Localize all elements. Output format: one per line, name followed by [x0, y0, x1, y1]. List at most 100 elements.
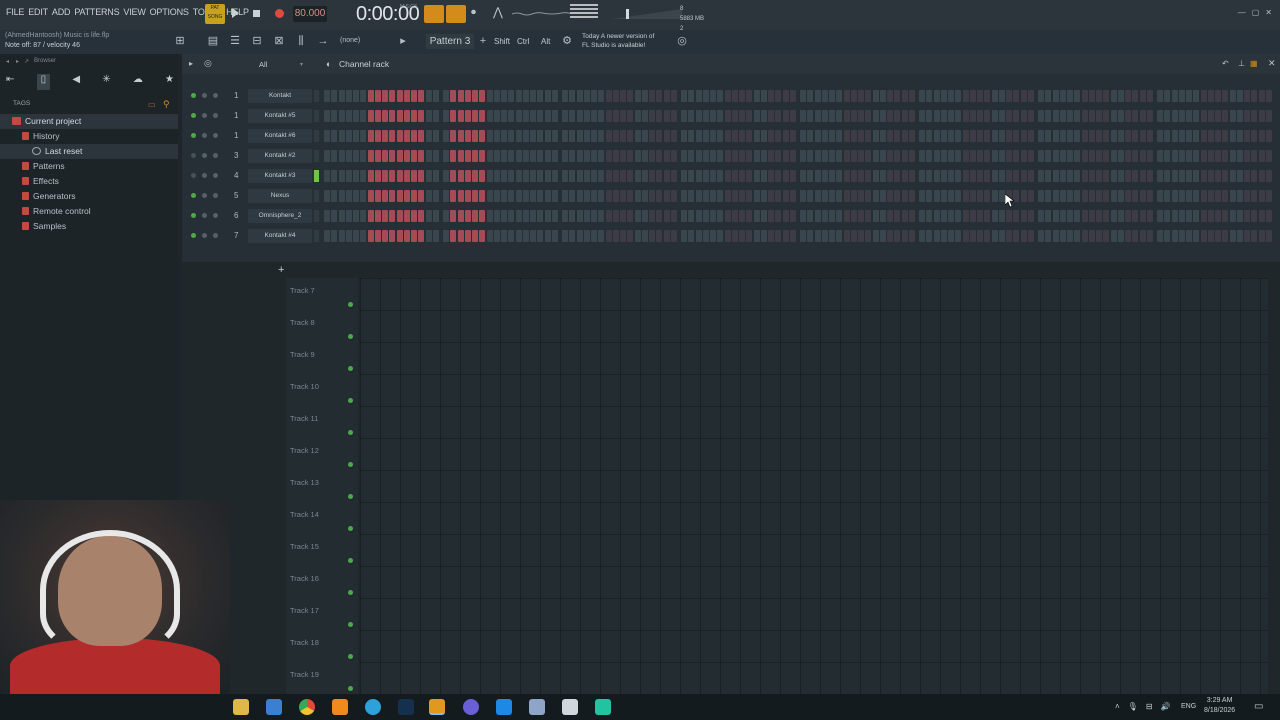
step-button[interactable] [479, 150, 486, 162]
step-button[interactable] [1207, 150, 1214, 162]
step-button[interactable] [768, 90, 774, 102]
step-button[interactable] [1178, 130, 1185, 142]
step-button[interactable] [1038, 90, 1044, 102]
step-button[interactable] [1088, 110, 1095, 122]
step-button[interactable] [353, 130, 359, 142]
step-button[interactable] [1222, 110, 1229, 122]
step-button[interactable] [1125, 130, 1131, 142]
step-button[interactable] [872, 110, 879, 122]
step-button[interactable] [1045, 90, 1052, 102]
step-button[interactable] [1200, 230, 1207, 242]
step-button[interactable] [1074, 150, 1081, 162]
step-button[interactable] [464, 170, 471, 182]
step-button[interactable] [933, 90, 940, 102]
step-button[interactable] [681, 130, 687, 142]
step-button[interactable] [1067, 90, 1073, 102]
step-button[interactable] [591, 170, 597, 182]
step-button[interactable] [836, 90, 843, 102]
step-button[interactable] [612, 230, 619, 242]
step-button[interactable] [1117, 210, 1124, 222]
step-button[interactable] [389, 110, 396, 122]
metronome-toggle[interactable] [424, 5, 444, 23]
step-button[interactable] [522, 230, 529, 242]
step-button[interactable] [641, 210, 648, 222]
step-button[interactable] [1096, 230, 1102, 242]
channel-row[interactable]: 1 Kontakt [182, 86, 1280, 106]
step-button[interactable] [814, 150, 821, 162]
step-button[interactable] [710, 90, 716, 102]
mute-led[interactable] [191, 193, 196, 198]
step-button[interactable] [1059, 230, 1066, 242]
add-pattern-icon[interactable]: + [476, 34, 490, 48]
step-button[interactable] [620, 150, 626, 162]
step-button[interactable] [583, 110, 590, 122]
step-button[interactable] [800, 130, 806, 142]
step-button[interactable] [814, 130, 821, 142]
step-button[interactable] [1139, 90, 1146, 102]
step-button[interactable] [775, 110, 782, 122]
step-button[interactable] [1236, 110, 1243, 122]
step-button[interactable] [403, 110, 410, 122]
track-header[interactable]: Track 7 [286, 278, 358, 310]
step-button[interactable] [382, 210, 388, 222]
step-button[interactable] [641, 130, 648, 142]
step-button[interactable] [515, 150, 522, 162]
step-button[interactable] [432, 110, 439, 122]
step-button[interactable] [933, 130, 940, 142]
step-button[interactable] [955, 210, 962, 222]
step-button[interactable] [1251, 110, 1258, 122]
step-button[interactable] [457, 150, 464, 162]
arrow-icon[interactable]: ↗ [24, 58, 29, 65]
step-button[interactable] [522, 150, 529, 162]
volume-knob[interactable] [213, 133, 218, 138]
language-indicator[interactable]: ENG [1181, 703, 1196, 710]
step-button[interactable] [1067, 130, 1073, 142]
tree-item-patterns[interactable]: Patterns [0, 159, 178, 174]
step-button[interactable] [962, 130, 969, 142]
tree-item-history[interactable]: History [0, 129, 178, 144]
step-button[interactable] [858, 170, 864, 182]
step-button[interactable] [969, 110, 976, 122]
step-button[interactable] [612, 130, 619, 142]
step-button[interactable] [537, 150, 544, 162]
graph-icon[interactable]: ⊥ [1238, 59, 1245, 68]
step-button[interactable] [1132, 130, 1139, 142]
step-button[interactable] [382, 190, 388, 202]
step-button[interactable] [396, 130, 403, 142]
step-button[interactable] [569, 110, 576, 122]
step-button[interactable] [710, 110, 716, 122]
step-button[interactable] [537, 210, 544, 222]
step-button[interactable] [583, 230, 590, 242]
step-button[interactable] [425, 210, 432, 222]
mute-led[interactable] [191, 133, 196, 138]
step-button[interactable] [768, 110, 774, 122]
step-button[interactable] [443, 110, 449, 122]
step-button[interactable] [984, 150, 991, 162]
step-button[interactable] [1244, 150, 1250, 162]
step-button[interactable] [1006, 90, 1012, 102]
step-button[interactable] [768, 170, 774, 182]
step-button[interactable] [345, 90, 352, 102]
step-button[interactable] [850, 210, 857, 222]
step-button[interactable] [486, 110, 493, 122]
step-button[interactable] [598, 90, 605, 102]
step-button[interactable] [1045, 230, 1052, 242]
step-button[interactable] [1251, 210, 1258, 222]
step-button[interactable] [569, 170, 576, 182]
step-button[interactable] [382, 90, 388, 102]
step-button[interactable] [955, 230, 962, 242]
step-button[interactable] [717, 150, 724, 162]
step-button[interactable] [443, 130, 449, 142]
step-button[interactable] [345, 130, 352, 142]
tree-item-current-project[interactable]: Current project [0, 114, 178, 129]
step-button[interactable] [1265, 130, 1272, 142]
step-button[interactable] [858, 150, 864, 162]
step-button[interactable] [472, 150, 478, 162]
step-button[interactable] [360, 210, 367, 222]
mute-led[interactable] [191, 153, 196, 158]
step-button[interactable] [710, 210, 716, 222]
step-button[interactable] [1164, 130, 1171, 142]
step-button[interactable] [872, 210, 879, 222]
step-button[interactable] [418, 130, 425, 142]
search-icon[interactable]: ⚲ [163, 99, 170, 110]
